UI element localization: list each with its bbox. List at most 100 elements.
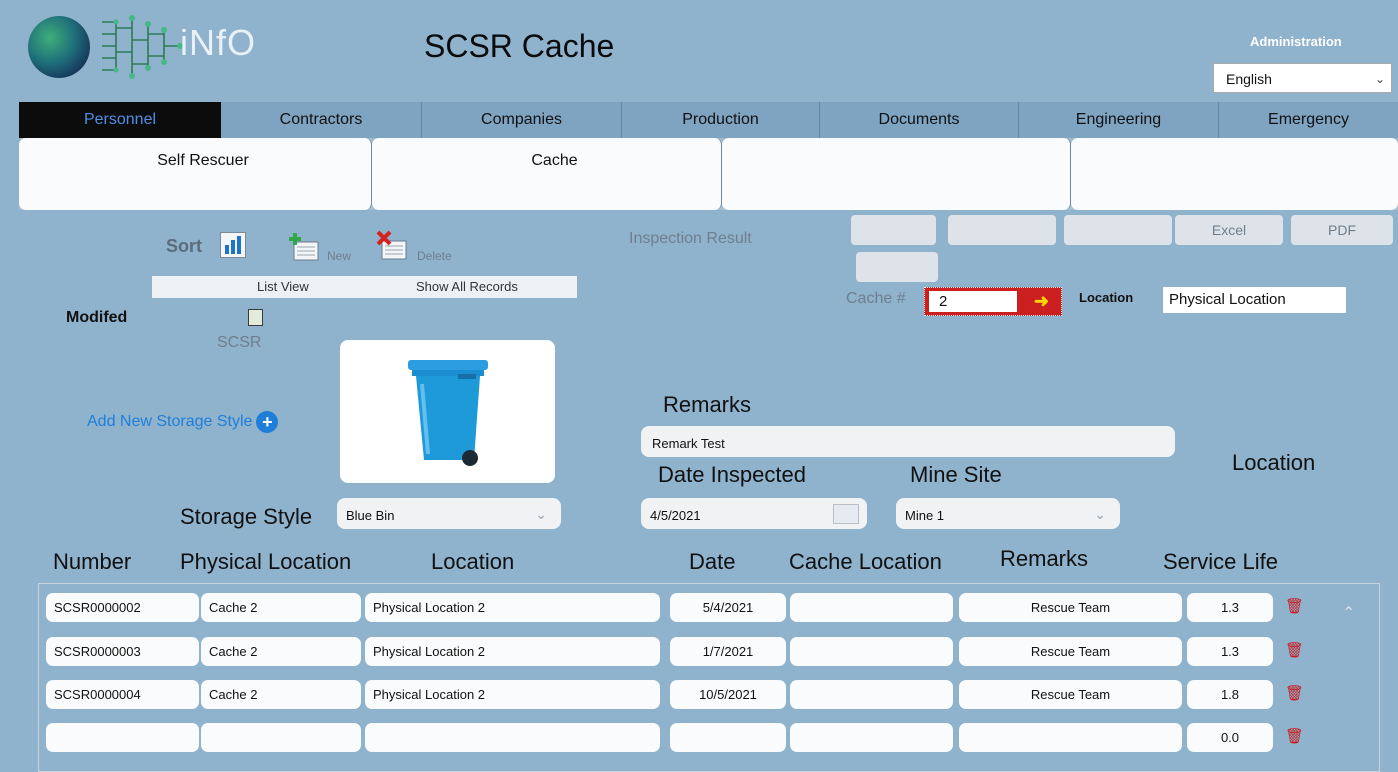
date-inspected-input[interactable]: 4/5/2021	[641, 498, 867, 529]
tab-contractors[interactable]: Contractors	[221, 102, 421, 138]
logo-text: iNfO	[180, 22, 256, 63]
administration-link[interactable]: Administration	[1250, 34, 1342, 49]
tab-production[interactable]: Production	[621, 102, 819, 138]
blue-bin-image	[388, 354, 508, 470]
mine-site-select[interactable]: Mine 1 ⌄	[896, 498, 1120, 529]
table-cell-cache-location[interactable]	[790, 593, 953, 622]
table-cell-number[interactable]: SCSR0000002	[46, 593, 199, 622]
subtab-label: Cache	[531, 152, 578, 169]
app-header: iNfO SCSR Cache Administration English ⌄	[0, 0, 1398, 102]
delete-label[interactable]: Delete	[417, 249, 452, 263]
column-header-service-life: Service Life	[1163, 549, 1278, 574]
trash-icon[interactable]: 🗑	[1285, 641, 1304, 659]
table-cell-physical-location[interactable]: Cache 2	[201, 637, 361, 666]
table-cell-remarks[interactable]: Rescue Team	[959, 593, 1182, 622]
table-cell-service-life[interactable]: 1.3	[1187, 593, 1273, 622]
table-cell-cache-location[interactable]	[790, 637, 953, 666]
location-heading: Location	[1232, 450, 1316, 475]
plus-circle-icon[interactable]: +	[256, 411, 279, 433]
tab-documents[interactable]: Documents	[819, 102, 1018, 138]
table-cell-number[interactable]: SCSR0000003	[46, 637, 199, 666]
table-cell-physical-location[interactable]: Cache 2	[201, 680, 361, 709]
table-cell-date[interactable]: 5/4/2021	[670, 593, 786, 622]
storage-style-image-frame	[340, 340, 555, 483]
main-nav: Personnel Contractors Companies Producti…	[19, 102, 1398, 138]
page-title: SCSR Cache	[424, 28, 615, 64]
language-selected-value: English	[1226, 71, 1272, 87]
subtab-label: Self Rescuer	[157, 152, 249, 169]
table-cell-remarks[interactable]: Rescue Team	[959, 680, 1182, 709]
trash-icon[interactable]: 🗑	[1285, 727, 1304, 745]
bar-chart-icon[interactable]	[220, 232, 246, 258]
scsr-label: SCSR	[217, 334, 262, 351]
table-cell-remarks[interactable]	[959, 723, 1182, 752]
table-cell-date[interactable]: 1/7/2021	[670, 637, 786, 666]
table-cell-remarks[interactable]: Rescue Team	[959, 637, 1182, 666]
column-header-physical-location: Physical Location	[180, 549, 352, 574]
location-input[interactable]: Physical Location	[1163, 287, 1346, 313]
table-cell-physical-location[interactable]	[201, 723, 361, 752]
table-cell-location[interactable]: Physical Location 2	[365, 680, 660, 709]
modified-label: Modifed	[66, 309, 128, 326]
pdf-button[interactable]: PDF	[1291, 215, 1393, 245]
trash-icon[interactable]: 🗑	[1285, 597, 1304, 615]
table-cell-service-life[interactable]: 0.0	[1187, 723, 1273, 752]
arrow-right-icon[interactable]: ➜	[1034, 291, 1049, 312]
tab-companies[interactable]: Companies	[421, 102, 621, 138]
delete-record-icon[interactable]	[376, 230, 410, 262]
date-inspected-heading: Date Inspected	[658, 462, 806, 487]
cache-number-field[interactable]: 2 ➜	[924, 287, 1062, 316]
tab-emergency[interactable]: Emergency	[1218, 102, 1398, 138]
show-all-records-button[interactable]: Show All Records	[416, 279, 518, 294]
blank-button-1[interactable]	[851, 215, 936, 245]
tab-engineering[interactable]: Engineering	[1018, 102, 1218, 138]
subtab-empty-2[interactable]	[1071, 138, 1398, 210]
table-cell-service-life[interactable]: 1.8	[1187, 680, 1273, 709]
subtab-cache[interactable]: Cache	[372, 138, 722, 210]
logo-network-icon	[102, 15, 183, 79]
table-cell-cache-location[interactable]	[790, 680, 953, 709]
table-cell-date[interactable]	[670, 723, 786, 752]
table-cell-number[interactable]	[46, 723, 199, 752]
table-cell-number[interactable]: SCSR0000004	[46, 680, 199, 709]
storage-style-label: Storage Style	[180, 504, 313, 529]
list-view-button[interactable]: List View	[257, 279, 309, 294]
table-cell-physical-location[interactable]: Cache 2	[201, 593, 361, 622]
sub-nav: Self Rescuer Cache	[19, 138, 1398, 210]
remarks-heading: Remarks	[663, 392, 752, 417]
chevron-down-icon: ⌄	[1374, 72, 1385, 86]
cache-number-input[interactable]: 2	[929, 291, 1017, 312]
table-cell-date[interactable]: 10/5/2021	[670, 680, 786, 709]
storage-style-value: Blue Bin	[346, 508, 395, 523]
subtab-empty-1[interactable]	[722, 138, 1071, 210]
table-cell-location[interactable]: Physical Location 2	[365, 637, 660, 666]
table-cell-cache-location[interactable]	[790, 723, 953, 752]
new-label[interactable]: New	[327, 249, 351, 263]
logo-globe-icon	[28, 16, 90, 78]
language-select[interactable]: English ⌄	[1213, 63, 1392, 93]
chevron-down-icon: ⌄	[1094, 506, 1106, 522]
excel-button[interactable]: Excel	[1175, 215, 1283, 245]
table-cell-location[interactable]	[365, 723, 660, 752]
remarks-input[interactable]: Remark Test	[641, 426, 1175, 457]
table-cell-service-life[interactable]: 1.3	[1187, 637, 1273, 666]
column-header-remarks: Remarks	[1000, 546, 1089, 571]
blank-button-4[interactable]	[856, 252, 938, 282]
column-header-date: Date	[689, 549, 736, 574]
chevron-down-icon: ⌄	[535, 506, 547, 522]
storage-style-select[interactable]: Blue Bin ⌄	[337, 498, 561, 529]
subtab-self-rescuer[interactable]: Self Rescuer	[19, 138, 372, 210]
tab-personnel[interactable]: Personnel	[19, 102, 221, 138]
trash-icon[interactable]: 🗑	[1285, 684, 1304, 702]
table-cell-location[interactable]: Physical Location 2	[365, 593, 660, 622]
add-storage-style-label: Add New Storage Style	[87, 413, 253, 431]
inspection-result-label: Inspection Result	[629, 230, 752, 247]
calendar-icon[interactable]	[833, 504, 859, 524]
column-header-cache-location: Cache Location	[789, 549, 942, 574]
scsr-checkbox[interactable]	[248, 309, 263, 326]
blank-button-2[interactable]	[948, 215, 1056, 245]
scroll-up-chevron-icon[interactable]: ⌃	[1342, 603, 1355, 623]
new-record-icon[interactable]	[288, 232, 320, 262]
add-new-storage-style-link[interactable]: Add New Storage Style +	[87, 411, 279, 433]
blank-button-3[interactable]	[1064, 215, 1172, 245]
